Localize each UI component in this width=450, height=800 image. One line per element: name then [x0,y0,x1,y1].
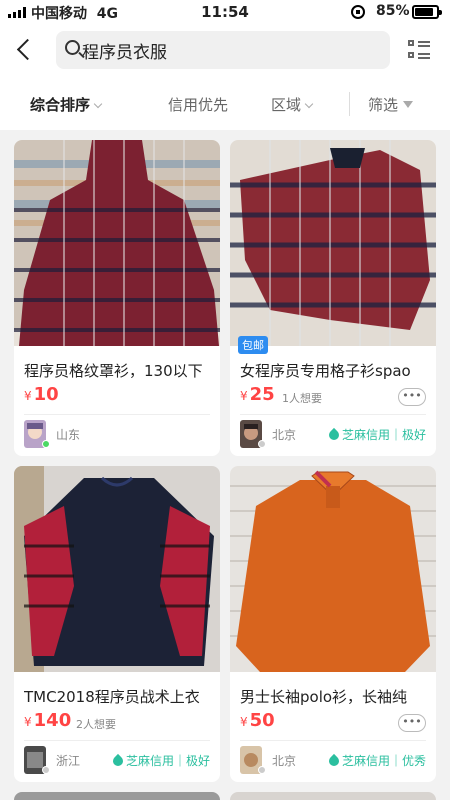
sesame-credit-icon [326,753,342,769]
search-input[interactable] [82,36,372,64]
free-shipping-badge: 包邮 [238,336,268,354]
product-card[interactable]: 包邮 女程序员专用格子衫spao ¥25 1人想要 ••• 北京 芝麻信用｜极好 [230,140,436,456]
divider [349,92,350,116]
search-header [0,24,450,78]
search-box[interactable] [56,31,390,69]
want-count: 2人想要 [76,718,116,731]
chevron-down-icon [93,99,103,109]
online-status-dot [258,766,266,774]
online-status-dot [42,440,50,448]
product-title: TMC2018程序员战术上衣 [24,688,200,706]
sort-comprehensive[interactable]: 综合排序 [30,94,103,115]
product-image [14,140,220,346]
seller-location: 山东 [56,428,81,442]
sesame-credit: 芝麻信用｜极好 [326,426,426,443]
seller-location: 北京 [272,754,297,768]
filter-bar: 综合排序 信用优先 区域 筛选 [0,78,450,130]
more-options-button[interactable]: ••• [398,388,426,406]
search-icon [65,40,80,55]
product-image [14,466,220,672]
product-card[interactable]: 程序员格纹罩衫，130以下 ¥10 山东 [14,140,220,456]
filter-button[interactable]: 筛选 [368,94,414,115]
divider [24,414,210,415]
divider [240,414,426,415]
want-count: 1人想要 [282,392,322,405]
filter-region[interactable]: 区域 [271,94,314,115]
product-image [230,140,436,346]
seller-location: 北京 [272,428,297,442]
product-card[interactable]: TMC2018程序员战术上衣 ¥140 2人想要 浙江 芝麻信用｜极好 [14,466,220,782]
funnel-icon [403,101,414,108]
product-card[interactable]: 男士长袖polo衫，长袖纯 ¥50 ••• 北京 芝麻信用｜优秀 [230,466,436,782]
sesame-credit-icon [326,427,342,443]
chevron-down-icon [304,99,314,109]
rotation-lock-icon [351,5,365,19]
product-title: 程序员格纹罩衫，130以下 [24,362,203,380]
sesame-credit: 芝麻信用｜优秀 [326,752,426,769]
seller-location: 浙江 [56,754,81,768]
product-price: ¥10 [24,384,59,405]
online-status-dot [42,766,50,774]
more-options-button[interactable]: ••• [398,714,426,732]
product-price: ¥25 [240,384,275,405]
back-button[interactable] [14,36,38,64]
divider [24,740,210,741]
sesame-credit: 芝麻信用｜极好 [110,752,210,769]
status-bar: 中国移动 4G 11:54 85% [0,0,450,24]
product-image [230,466,436,672]
list-view-toggle[interactable] [408,38,432,62]
sort-credit-first[interactable]: 信用优先 [168,94,228,115]
product-card-partial[interactable] [230,792,436,800]
product-price: ¥50 [240,710,275,731]
product-price: ¥140 [24,710,72,731]
product-title: 女程序员专用格子衫spao [240,362,411,380]
battery-icon [412,5,442,19]
product-card-partial[interactable] [14,792,220,800]
sesame-credit-icon [110,753,126,769]
divider [240,740,426,741]
battery-percent: 85% [376,3,410,19]
product-title: 男士长袖polo衫，长袖纯 [240,688,408,706]
online-status-dot [258,440,266,448]
